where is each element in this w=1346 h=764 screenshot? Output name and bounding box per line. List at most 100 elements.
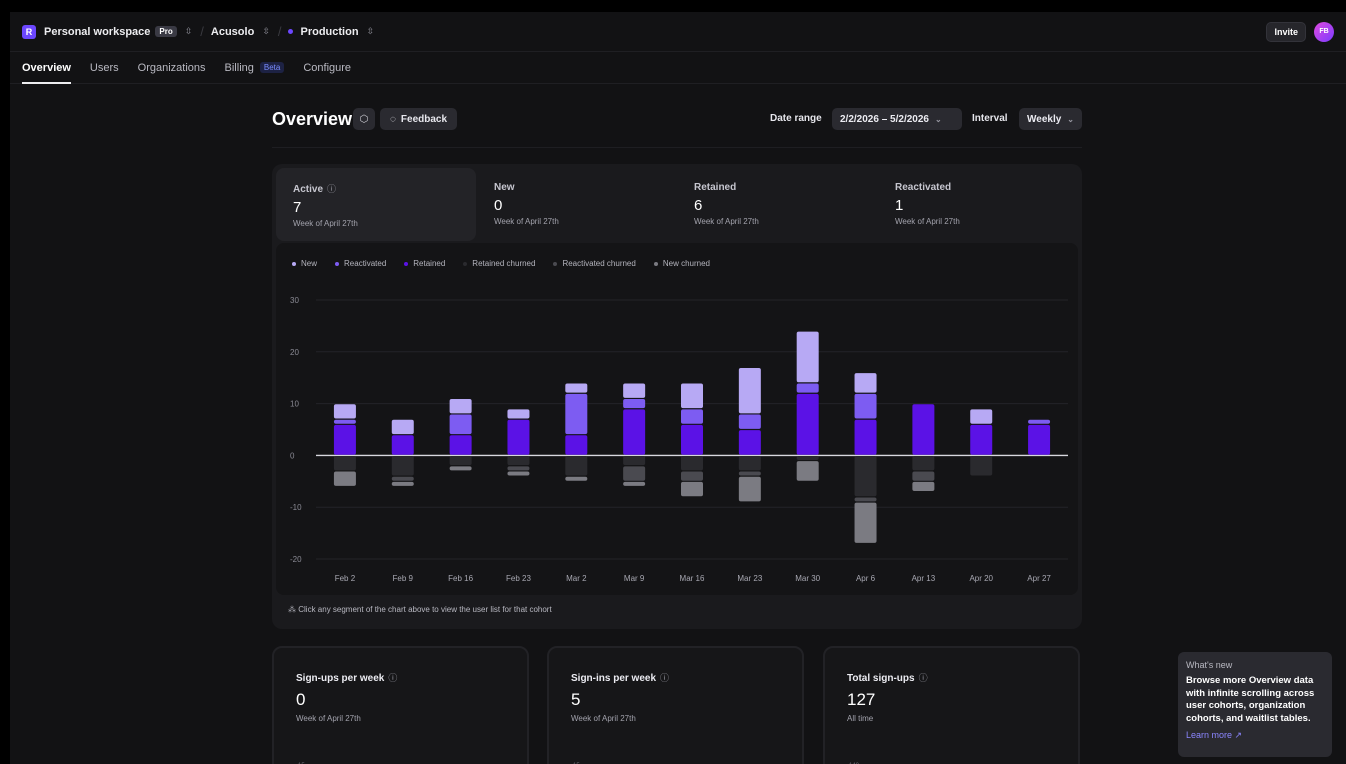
bar-segment-new-churned[interactable] (507, 471, 530, 476)
bar-segment-retained-churned[interactable] (507, 456, 530, 466)
bar-segment-retained[interactable] (391, 435, 414, 455)
environment-switcher[interactable]: Production (300, 26, 358, 38)
bar-segment-new-churned[interactable] (854, 502, 877, 543)
customize-icon[interactable]: ⬡ (353, 108, 375, 130)
chevron-updown-icon[interactable]: ⇳ (367, 26, 375, 37)
bar-segment-new-churned[interactable] (391, 481, 414, 486)
workspace-logo-icon[interactable]: R (22, 24, 36, 39)
bar-segment-reactivated-churned[interactable] (738, 471, 761, 476)
bar-segment-new[interactable] (738, 367, 761, 414)
info-icon[interactable]: ⓘ (388, 673, 397, 683)
interval-select[interactable]: Weekly ⌄ (1019, 108, 1082, 130)
bar-segment-retained-churned[interactable] (738, 456, 761, 471)
bar-segment-retained[interactable] (1028, 424, 1051, 455)
bar-segment-reactivated-churned[interactable] (912, 471, 935, 481)
bar-segment-reactivated[interactable] (1028, 419, 1051, 424)
bar-segment-retained-churned[interactable] (796, 456, 819, 460)
bar-segment-new[interactable] (565, 383, 588, 393)
top-bar: R Personal workspace Pro ⇳ / Acusolo ⇳ /… (10, 12, 1346, 52)
bar-segment-retained[interactable] (333, 424, 356, 455)
info-icon[interactable]: ⓘ (660, 673, 669, 683)
bar-segment-new-churned[interactable] (333, 471, 356, 486)
interval-label: Interval (972, 113, 1008, 124)
bar-segment-retained[interactable] (970, 424, 993, 455)
bar-segment-retained-churned[interactable] (333, 456, 356, 471)
bar-segment-reactivated[interactable] (738, 414, 761, 429)
bar-segment-new-churned[interactable] (565, 476, 588, 481)
bar-segment-reactivated-churned[interactable] (681, 471, 703, 481)
bar-segment-reactivated[interactable] (681, 409, 703, 424)
bar-segment-retained-churned[interactable] (912, 456, 935, 471)
bar-segment-reactivated[interactable] (854, 393, 877, 419)
chevron-updown-icon[interactable]: ⇳ (262, 26, 270, 37)
bar-segment-retained-churned[interactable] (854, 456, 877, 497)
bar-segment-retained[interactable] (854, 419, 877, 455)
bar-segment-retained-churned[interactable] (449, 456, 472, 466)
bar-segment-new[interactable] (333, 404, 356, 419)
date-range-value: 2/2/2026 – 5/2/2026 (840, 113, 929, 125)
date-range-select[interactable]: 2/2/2026 – 5/2/2026 ⌄ (832, 108, 962, 130)
bar-segment-retained[interactable] (796, 393, 819, 455)
bar-segment-retained-churned[interactable] (391, 456, 414, 476)
bar-segment-retained-churned[interactable] (623, 456, 646, 466)
bar-segment-new-churned[interactable] (912, 481, 935, 492)
bar-segment-new-churned[interactable] (623, 481, 646, 486)
info-icon[interactable]: ⓘ (919, 673, 928, 683)
feedback-button[interactable]: ◌ Feedback (380, 108, 457, 130)
bar-segment-reactivated[interactable] (623, 399, 646, 409)
metric-reactivated[interactable]: Reactivated 1 Week of April 27th (878, 168, 1078, 241)
bar-segment-new-churned[interactable] (449, 466, 472, 471)
bar-segment-reactivated-churned[interactable] (391, 476, 414, 481)
bar-segment-new[interactable] (681, 383, 703, 409)
bar-segment-new-churned[interactable] (796, 461, 819, 481)
metric-active[interactable]: Active ⓘ 7 Week of April 27th (276, 168, 476, 241)
metric-new[interactable]: New 0 Week of April 27th (477, 168, 677, 241)
bar-segment-retained[interactable] (565, 435, 588, 455)
bar-segment-new-churned[interactable] (681, 481, 703, 497)
bar-segment-reactivated[interactable] (796, 383, 819, 393)
bar-segment-retained[interactable] (449, 435, 472, 455)
learn-more-link[interactable]: Learn more ↗ (1186, 730, 1324, 741)
bar-segment-retained[interactable] (912, 404, 935, 455)
bar-segment-new[interactable] (623, 383, 646, 398)
tab-configure[interactable]: Configure (303, 52, 351, 84)
bar-segment-reactivated-churned[interactable] (623, 466, 646, 481)
bar-segment-retained[interactable] (507, 419, 530, 455)
bar-segment-reactivated[interactable] (449, 414, 472, 435)
metric-value: 6 (694, 197, 703, 214)
bar-segment-retained-churned[interactable] (681, 456, 703, 471)
app-switcher[interactable]: Acusolo (211, 26, 254, 38)
info-icon[interactable]: ⓘ (327, 184, 336, 194)
avatar[interactable]: FB (1314, 21, 1334, 42)
bar-segment-new[interactable] (449, 399, 472, 414)
workspace-switcher[interactable]: Personal workspace (44, 26, 150, 38)
invite-button[interactable]: Invite (1266, 21, 1306, 42)
bar-segment-new[interactable] (391, 419, 414, 435)
bar-segment-new[interactable] (796, 331, 819, 383)
bar-segment-retained-churned[interactable] (970, 456, 993, 476)
metric-sub: Week of April 27th (895, 217, 960, 226)
tab-billing[interactable]: Billing Beta (225, 52, 285, 84)
chevron-updown-icon[interactable]: ⇳ (185, 26, 193, 37)
bar-segment-new-churned[interactable] (738, 476, 761, 502)
tab-label: Overview (22, 61, 71, 74)
bar-segment-retained[interactable] (623, 409, 646, 455)
x-tick-label: Mar 9 (624, 574, 645, 583)
chat-bubble-icon: ◌ (389, 113, 396, 125)
tab-overview[interactable]: Overview (22, 52, 71, 84)
metric-retained[interactable]: Retained 6 Week of April 27th (677, 168, 877, 241)
plan-badge: Pro (155, 26, 177, 37)
bar-segment-retained[interactable] (681, 424, 703, 455)
whats-new-label: What's new (1186, 660, 1233, 670)
bar-segment-new[interactable] (854, 373, 877, 393)
bar-segment-reactivated[interactable] (333, 419, 356, 424)
tab-organizations[interactable]: Organizations (138, 52, 206, 84)
bar-segment-new[interactable] (507, 409, 530, 419)
bar-segment-retained-churned[interactable] (565, 456, 588, 476)
bar-segment-reactivated-churned[interactable] (854, 497, 877, 502)
bar-segment-new[interactable] (970, 409, 993, 424)
bar-segment-retained[interactable] (738, 430, 761, 455)
bar-segment-reactivated-churned[interactable] (507, 466, 530, 471)
tab-users[interactable]: Users (90, 52, 119, 84)
bar-segment-reactivated[interactable] (565, 393, 588, 435)
